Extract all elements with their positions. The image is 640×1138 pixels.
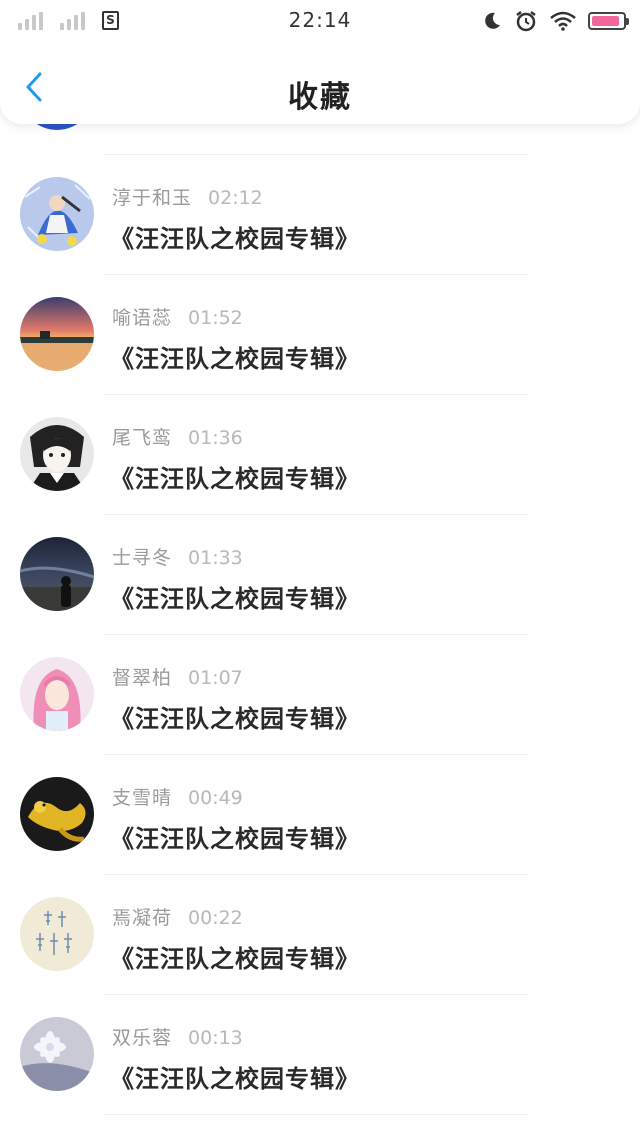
author-name: 督翠柏 bbox=[112, 667, 173, 689]
item-meta: 士寻冬 01:33 bbox=[112, 543, 243, 570]
sunset-lake-avatar bbox=[20, 297, 94, 371]
list-item[interactable]: 士寻冬 01:33 《汪汪队之校园专辑》 bbox=[0, 517, 640, 637]
list-divider bbox=[104, 514, 528, 515]
night-sky-avatar bbox=[20, 537, 94, 611]
item-meta: 喻语蕊 01:52 bbox=[112, 303, 243, 330]
item-time: 01:33 bbox=[188, 547, 243, 569]
list-item[interactable]: 支雪晴 00:49 《汪汪队之校园专辑》 bbox=[0, 757, 640, 877]
list-divider bbox=[104, 154, 528, 155]
white-flower-avatar bbox=[20, 1017, 94, 1091]
list-item[interactable]: 淳于和玉 02:12 《汪汪队之校园专辑》 bbox=[0, 157, 640, 277]
item-title[interactable]: 《汪汪队之校园专辑》 bbox=[110, 1059, 360, 1094]
anime-boy-avatar bbox=[20, 417, 94, 491]
author-name: 士寻冬 bbox=[112, 547, 173, 569]
item-time: 01:36 bbox=[188, 427, 243, 449]
pink-hair-girl-avatar bbox=[20, 657, 94, 731]
author-name: 淳于和玉 bbox=[112, 187, 193, 209]
nav-bar: 收藏 bbox=[0, 44, 640, 124]
item-meta: 淳于和玉 02:12 bbox=[112, 183, 263, 210]
item-title[interactable]: 《汪汪队之校园专辑》 bbox=[110, 939, 360, 974]
page-title: 收藏 bbox=[288, 80, 352, 115]
item-title[interactable]: 《汪汪队之校园专辑》 bbox=[110, 699, 360, 734]
author-name: 尾飞鸾 bbox=[112, 427, 173, 449]
item-title[interactable]: 《汪汪队之校园专辑》 bbox=[110, 579, 360, 614]
list-divider bbox=[104, 274, 528, 275]
list-item[interactable]: 焉凝荷 00:22 《汪汪队之校园专辑》 bbox=[0, 877, 640, 997]
list-divider bbox=[104, 874, 528, 875]
list-divider bbox=[104, 394, 528, 395]
list-item[interactable]: 喻语蕊 01:52 《汪汪队之校园专辑》 bbox=[0, 277, 640, 397]
item-meta: 双乐蓉 00:13 bbox=[112, 1023, 243, 1050]
list-item[interactable]: 尾飞鸾 01:36 《汪汪队之校园专辑》 bbox=[0, 397, 640, 517]
item-time: 00:13 bbox=[188, 1027, 243, 1049]
wifi-icon bbox=[550, 11, 576, 31]
battery-icon bbox=[588, 12, 629, 30]
list-divider bbox=[104, 1114, 528, 1115]
author-name: 喻语蕊 bbox=[112, 307, 173, 329]
item-meta: 支雪晴 00:49 bbox=[112, 783, 243, 810]
item-title[interactable]: 《汪汪队之校园专辑》 bbox=[110, 459, 360, 494]
item-title[interactable]: 《汪汪队之校园专辑》 bbox=[110, 819, 360, 854]
calligraphy-avatar bbox=[20, 897, 94, 971]
item-title[interactable]: 《汪汪队之校园专辑》 bbox=[110, 339, 360, 374]
item-meta: 焉凝荷 00:22 bbox=[112, 903, 243, 930]
author-name: 支雪晴 bbox=[112, 787, 173, 809]
battery-level bbox=[592, 16, 619, 26]
list-item[interactable]: 双乐蓉 00:13 《汪汪队之校园专辑》 bbox=[0, 997, 640, 1117]
item-time: 00:22 bbox=[188, 907, 243, 929]
author-name: 双乐蓉 bbox=[112, 1027, 173, 1049]
item-time: 02:12 bbox=[208, 187, 263, 209]
alarm-icon bbox=[516, 11, 536, 32]
status-icons bbox=[482, 9, 629, 33]
item-time: 01:07 bbox=[188, 667, 243, 689]
author-name: 焉凝荷 bbox=[112, 907, 173, 929]
item-meta: 尾飞鸾 01:36 bbox=[112, 423, 243, 450]
list-divider bbox=[104, 994, 528, 995]
golden-dragon-avatar bbox=[20, 777, 94, 851]
item-time: 00:49 bbox=[188, 787, 243, 809]
list-divider bbox=[104, 634, 528, 635]
list-item[interactable]: 督翠柏 01:07 《汪汪队之校园专辑》 bbox=[0, 637, 640, 757]
moon-icon bbox=[485, 12, 500, 29]
anime-character-avatar bbox=[20, 177, 94, 251]
list-divider bbox=[104, 754, 528, 755]
item-title[interactable]: 《汪汪队之校园专辑》 bbox=[110, 219, 360, 254]
status-bar: S 22:14 bbox=[0, 0, 640, 44]
item-time: 01:52 bbox=[188, 307, 243, 329]
favorites-screen: 淳于和玉 02:12 《汪汪队之校园专辑》 喻语蕊 01:52 《汪汪队之校园专… bbox=[0, 0, 640, 1138]
header: S 22:14 收藏 bbox=[0, 0, 640, 124]
item-meta: 督翠柏 01:07 bbox=[112, 663, 243, 690]
